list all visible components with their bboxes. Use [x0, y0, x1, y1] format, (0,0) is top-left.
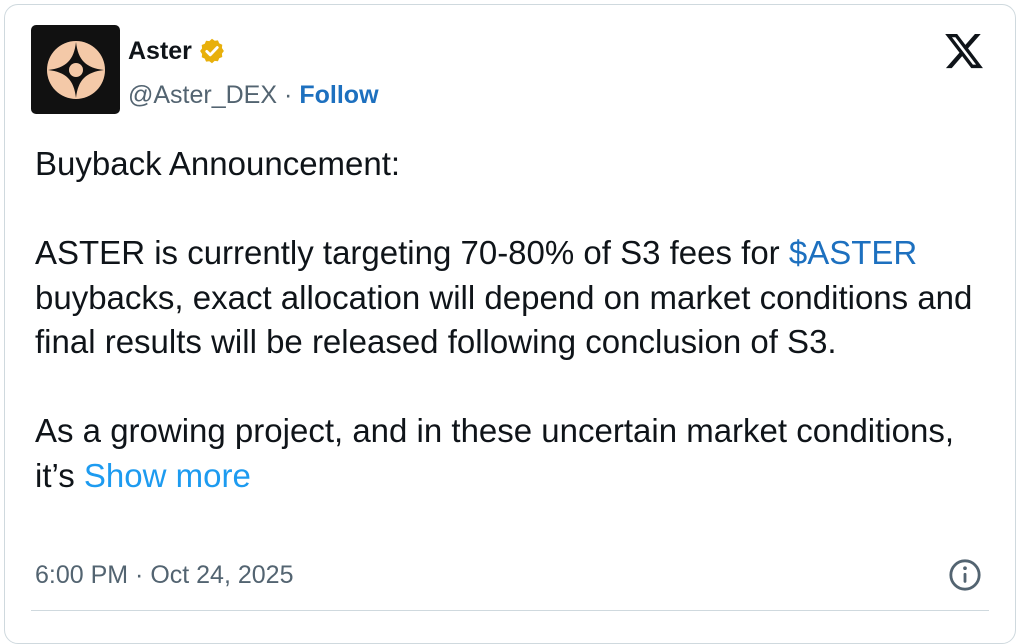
x-logo-icon[interactable]	[942, 30, 986, 72]
tweet-text: Buyback Announcement: ASTER is currently…	[35, 142, 995, 498]
info-icon[interactable]	[948, 558, 982, 592]
tweet-line-heading: Buyback Announcement:	[35, 145, 401, 182]
author-name-row: Aster	[128, 36, 226, 66]
verified-badge-icon	[198, 37, 226, 65]
tweet-text-segment: buybacks, exact allocation will depend o…	[35, 278, 973, 361]
show-more-link[interactable]: Show more	[84, 457, 251, 494]
follow-button[interactable]: Follow	[299, 78, 378, 112]
author-handle[interactable]: @Aster_DEX	[128, 78, 277, 112]
tweet-paragraph-buyback: ASTER is currently targeting 70-80% of S…	[35, 231, 995, 365]
tweet-text-segment: ASTER is currently targeting 70-80% of S…	[35, 234, 789, 271]
divider	[31, 610, 989, 611]
author-handle-row: @Aster_DEX · Follow	[128, 78, 379, 112]
tweet-timestamp[interactable]: 6:00 PM · Oct 24, 2025	[35, 558, 293, 592]
aster-logo-icon	[46, 40, 105, 99]
handle-separator: ·	[284, 81, 293, 109]
author-display-name[interactable]: Aster	[128, 36, 192, 66]
avatar[interactable]	[31, 25, 120, 114]
tweet-paragraph-project: As a growing project, and in these uncer…	[35, 409, 995, 498]
cashtag-link[interactable]: $ASTER	[789, 234, 917, 271]
